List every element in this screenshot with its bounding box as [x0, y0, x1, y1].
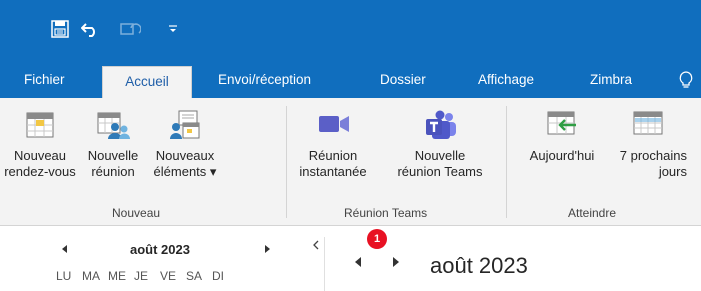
- weekday-label: LU: [56, 269, 72, 283]
- previous-month-icon[interactable]: [352, 255, 366, 271]
- instant-meeting-label: Réunion instantanée: [299, 148, 367, 179]
- tab-dossier[interactable]: Dossier: [370, 62, 436, 98]
- undo-icon[interactable]: [80, 18, 100, 40]
- mini-calendar-weekdays: LU MA ME JE VE SA DI: [56, 269, 238, 283]
- instant-meeting-button[interactable]: Réunion instantanée: [290, 104, 376, 200]
- go-to-today-button[interactable]: Aujourd'hui: [518, 104, 606, 200]
- new-appointment-icon: [2, 104, 78, 148]
- weekday-label: VE: [160, 269, 177, 283]
- group-label-reunion-teams: Réunion Teams: [344, 206, 428, 220]
- new-meeting-icon: [80, 104, 146, 148]
- next-7-days-label: 7 prochains jours: [619, 148, 687, 179]
- customize-qat-icon[interactable]: [166, 18, 180, 40]
- new-items-label: Nouveaux éléments ▾: [153, 148, 217, 179]
- group-separator: [506, 106, 507, 218]
- new-appointment-button[interactable]: Nouveau rendez-vous: [2, 104, 78, 200]
- group-separator: [286, 106, 287, 218]
- go-to-today-icon: [518, 104, 606, 148]
- go-to-today-label: Aujourd'hui: [529, 148, 595, 163]
- weekday-label: JE: [134, 269, 149, 283]
- weekday-label: ME: [108, 269, 126, 283]
- mini-calendar: août 2023 LU MA ME JE VE SA DI: [40, 237, 290, 291]
- weekday-label: MA: [82, 269, 100, 283]
- send-receive-icon[interactable]: [118, 18, 142, 40]
- tab-fichier[interactable]: Fichier: [14, 62, 75, 98]
- mini-calendar-next-icon[interactable]: [264, 243, 274, 255]
- lightbulb-icon[interactable]: [666, 62, 701, 98]
- save-icon[interactable]: [50, 18, 70, 40]
- notification-badge: 1: [367, 229, 387, 249]
- new-items-icon: [146, 104, 224, 148]
- calendar-title: août 2023: [430, 253, 528, 278]
- new-items-button[interactable]: Nouveaux éléments ▾: [146, 104, 224, 200]
- ribbon-tabs: Fichier Accueil Envoi/réception Dossier …: [0, 62, 701, 98]
- ribbon: Nouveau rendez-vous Nouvelle réunion Nou…: [0, 98, 701, 226]
- new-teams-meeting-label: Nouvelle réunion Teams: [397, 148, 483, 179]
- tab-zimbra[interactable]: Zimbra: [580, 62, 642, 98]
- new-meeting-label: Nouvelle réunion: [87, 148, 139, 179]
- next-7-days-button[interactable]: 7 prochains jours: [608, 104, 701, 200]
- collapse-pane-icon[interactable]: [312, 239, 322, 251]
- new-meeting-button[interactable]: Nouvelle réunion: [80, 104, 146, 200]
- weekday-label: DI: [212, 269, 224, 283]
- mini-calendar-title: août 2023: [130, 242, 190, 257]
- weekday-label: SA: [186, 269, 203, 283]
- next-7-days-icon: [608, 104, 701, 148]
- mini-calendar-prev-icon[interactable]: [60, 243, 70, 255]
- group-label-nouveau: Nouveau: [112, 206, 161, 220]
- tab-accueil[interactable]: Accueil: [102, 66, 192, 98]
- group-label-atteindre: Atteindre: [568, 206, 617, 220]
- tab-envoi-reception[interactable]: Envoi/réception: [208, 62, 321, 98]
- next-month-icon[interactable]: [390, 255, 404, 271]
- new-teams-meeting-button[interactable]: Nouvelle réunion Teams: [374, 104, 506, 200]
- title-bar: [0, 0, 701, 62]
- tab-affichage[interactable]: Affichage: [468, 62, 544, 98]
- video-camera-icon: [290, 104, 376, 148]
- calendar-area: août 2023 LU MA ME JE VE SA DI 1 août 20…: [0, 227, 701, 291]
- pane-divider: [324, 237, 325, 291]
- new-appointment-label: Nouveau rendez-vous: [4, 148, 76, 179]
- teams-icon: [374, 104, 506, 148]
